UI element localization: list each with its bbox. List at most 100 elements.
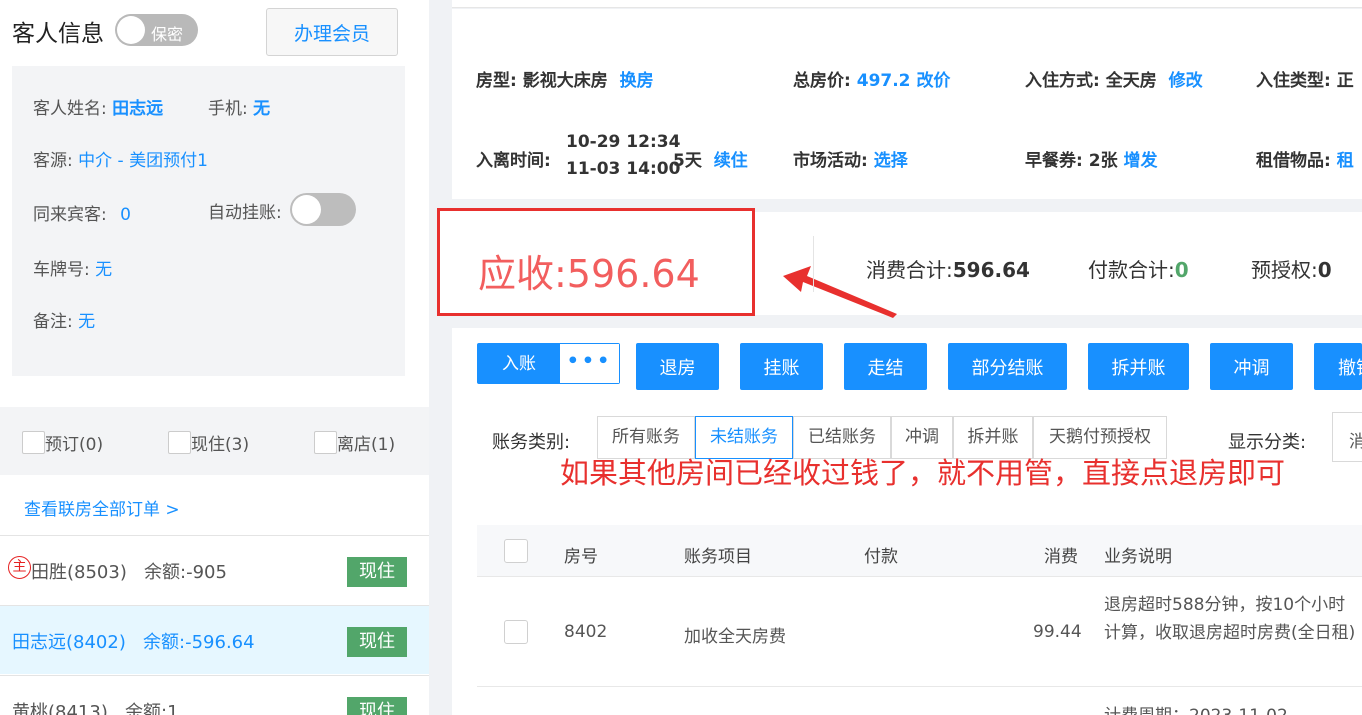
account-category-label: 账务类别: <box>492 432 571 453</box>
order-name: 田胜(8503) 余额:-905 <box>31 562 227 583</box>
guest-details: 客人姓名: 田志远 手机: 无 客源: 中介 - 美团预付1 同来宾客: 0 自… <box>12 66 405 376</box>
table-row[interactable]: 计费周期：2023-11-02 <box>477 688 1362 715</box>
cancel-button[interactable]: 撤销 <box>1314 343 1362 390</box>
walk-settle-button[interactable]: 走结 <box>844 343 927 390</box>
companions-row: 同来宾客: 0 <box>33 200 131 225</box>
col-description: 业务说明 <box>1104 547 1172 567</box>
checkbox[interactable] <box>314 431 337 454</box>
change-price-link[interactable]: 改价 <box>916 71 950 91</box>
dates-label: 入离时间: <box>476 151 551 171</box>
filter-staying[interactable]: 现住(3) <box>168 430 249 455</box>
date-out: 11-03 14:00 <box>566 159 681 179</box>
host-room-icon: 主 <box>8 556 31 579</box>
nights-field: 5天 续住 <box>673 151 748 171</box>
privacy-label: 保密 <box>151 25 184 44</box>
order-item[interactable]: 主 田胜(8503) 余额:-905 现住 <box>0 536 429 604</box>
issue-voucher-link[interactable]: 增发 <box>1124 151 1158 171</box>
source-value[interactable]: 中介 - 美团预付1 <box>78 151 208 171</box>
filter-left-label: 离店(1) <box>337 435 396 455</box>
total-price-field: 总房价: 497.2 改价 <box>793 71 951 91</box>
top-border <box>452 0 1362 8</box>
change-room-link[interactable]: 换房 <box>620 71 654 91</box>
register-member-button[interactable]: 办理会员 <box>266 8 398 56</box>
promo-field: 市场活动: 选择 <box>793 151 908 171</box>
modify-stay-link[interactable]: 修改 <box>1169 71 1203 91</box>
source-label: 客源: <box>33 151 73 171</box>
breakfast-field: 早餐券: 2张 增发 <box>1025 151 1158 171</box>
checkbox[interactable] <box>168 431 191 454</box>
toggle-knob <box>117 16 145 44</box>
extend-stay-link[interactable]: 续住 <box>714 151 748 171</box>
post-entry-button[interactable]: 入账 <box>478 344 560 383</box>
guest-name-label: 客人姓名: <box>33 99 107 119</box>
col-item: 账务项目 <box>684 547 752 567</box>
status-badge: 现住 <box>347 697 407 715</box>
partial-settle-button[interactable]: 部分结账 <box>948 343 1067 390</box>
remark-label: 备注: <box>33 312 73 332</box>
stay-mode-field: 入住方式: 全天房 修改 <box>1025 71 1203 91</box>
room-type-field: 房型: 影视大床房 换房 <box>476 71 654 91</box>
table-header: 房号 账务项目 付款 消费 业务说明 <box>477 525 1362 577</box>
row-room: 8402 <box>564 622 608 642</box>
preauth-total: 预授权:0 <box>1251 258 1332 282</box>
plate-row: 车牌号: 无 <box>33 255 112 280</box>
guest-name-value[interactable]: 田志远 <box>112 99 163 119</box>
checkbox[interactable] <box>22 431 45 454</box>
order-item-selected[interactable]: 田志远(8402) 余额:-596.64 现住 <box>0 606 429 674</box>
status-badge: 现住 <box>347 557 407 587</box>
hang-account-button[interactable]: 挂账 <box>740 343 823 390</box>
privacy-toggle[interactable]: 保密 <box>115 14 198 46</box>
display-category-select[interactable]: 消 <box>1332 412 1362 462</box>
checkout-button[interactable]: 退房 <box>636 343 719 390</box>
rental-field: 租借物品: 租 <box>1256 151 1354 171</box>
phone-row: 手机: 无 <box>208 94 270 119</box>
phone-value[interactable]: 无 <box>253 99 270 119</box>
guest-panel: 客人信息 保密 办理会员 客人姓名: 田志远 手机: 无 客源: 中介 - 美团… <box>0 0 429 715</box>
row-item: 加收全天房费 <box>684 627 786 647</box>
select-promo-link[interactable]: 选择 <box>874 151 908 171</box>
guest-info-title: 客人信息 <box>12 21 104 47</box>
status-badge: 现住 <box>347 627 407 657</box>
more-options-icon[interactable]: ••• <box>560 344 619 383</box>
row-description: 退房超时588分钟，按10个小时计算，收取退房超时房费(全日租) <box>1104 595 1356 643</box>
col-room: 房号 <box>564 547 598 567</box>
divider <box>813 236 814 292</box>
filter-reserved[interactable]: 预订(0) <box>22 430 103 455</box>
split-merge-button[interactable]: 拆并账 <box>1088 343 1189 390</box>
remark-value[interactable]: 无 <box>78 312 95 332</box>
guest-name-row: 客人姓名: 田志远 <box>33 94 163 119</box>
order-item[interactable]: 黄桃(8413) 余额:1 现住 <box>0 676 429 715</box>
col-payment: 付款 <box>864 547 898 567</box>
row-description: 计费周期：2023-11-02 <box>1104 702 1362 715</box>
toggle-knob <box>292 195 321 224</box>
auto-charge-toggle[interactable] <box>290 193 356 226</box>
phone-label: 手机: <box>208 99 248 119</box>
receivable-highlight: 应收:596.64 <box>437 208 755 316</box>
row-amount: 99.44 <box>1033 622 1082 642</box>
consumption-total: 消费合计:596.64 <box>866 258 1030 282</box>
order-name: 黄桃(8413) 余额:1 <box>12 702 179 715</box>
plate-value[interactable]: 无 <box>95 260 112 280</box>
companions-label: 同来宾客: <box>33 205 107 225</box>
order-name: 田志远(8402) 余额:-596.64 <box>12 632 255 653</box>
post-entry-split-button: 入账 ••• <box>477 343 620 384</box>
plate-label: 车牌号: <box>33 260 90 280</box>
view-all-orders-link[interactable]: 查看联房全部订单 > <box>24 495 180 520</box>
adjust-button[interactable]: 冲调 <box>1210 343 1293 390</box>
col-amount: 消费 <box>1044 547 1078 567</box>
row-checkbox[interactable] <box>504 620 528 644</box>
companions-value[interactable]: 0 <box>120 205 131 225</box>
payment-total: 付款合计:0 <box>1088 258 1189 282</box>
order-filter-bar: 预订(0) 现住(3) 离店(1) <box>0 407 429 475</box>
receivable-amount: 应收:596.64 <box>478 252 700 296</box>
filter-left[interactable]: 离店(1) <box>314 430 395 455</box>
filter-staying-label: 现住(3) <box>191 435 250 455</box>
remark-row: 备注: 无 <box>33 307 95 332</box>
auto-charge-label: 自动挂账: <box>208 203 282 223</box>
filter-reserved-label: 预订(0) <box>45 435 104 455</box>
select-all-checkbox[interactable] <box>504 539 528 563</box>
date-in: 10-29 12:34 <box>566 132 681 152</box>
table-row[interactable]: 8402 加收全天房费 99.44 退房超时588分钟，按10个小时计算，收取退… <box>477 578 1362 687</box>
annotation-note: 如果其他房间已经收过钱了，就不用管，直接点退房即可 <box>560 456 1286 490</box>
source-row: 客源: 中介 - 美团预付1 <box>33 146 208 171</box>
